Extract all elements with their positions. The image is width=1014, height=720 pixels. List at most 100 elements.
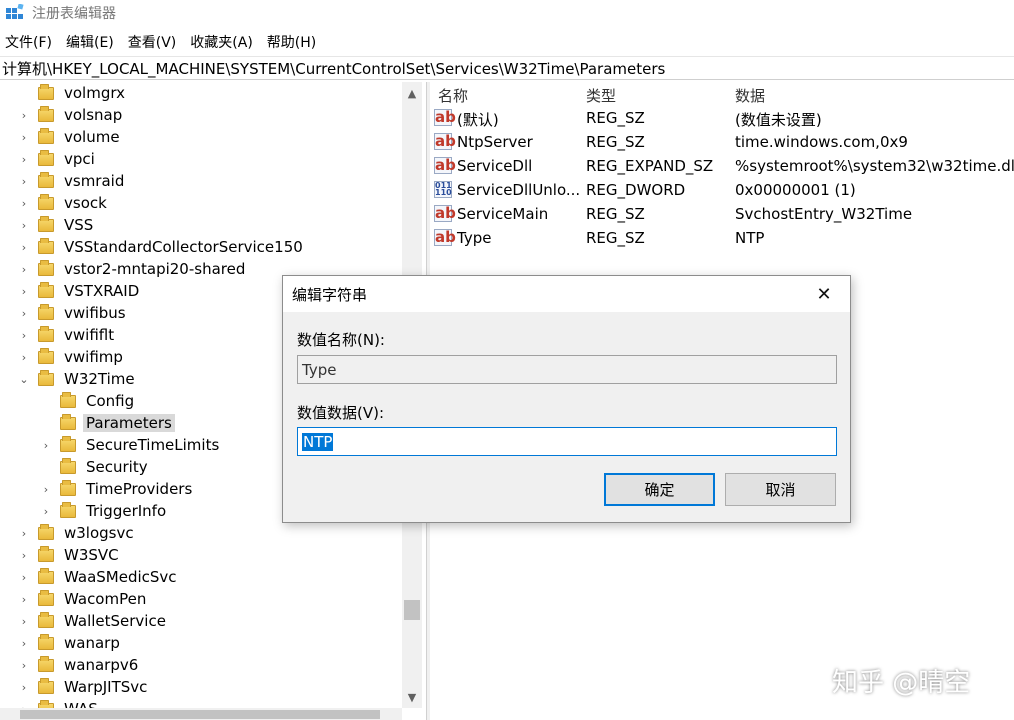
chevron-right-icon[interactable]: › xyxy=(18,566,30,588)
tree-item[interactable]: › vpci xyxy=(18,148,98,170)
value-data: time.windows.com,0x9 xyxy=(735,133,908,151)
value-name: (默认) xyxy=(457,111,499,129)
scroll-down-icon[interactable]: ▼ xyxy=(402,688,422,706)
value-type: REG_SZ xyxy=(586,229,645,247)
value-type: REG_DWORD xyxy=(586,181,686,199)
chevron-down-icon[interactable]: ⌄ xyxy=(18,368,30,390)
chevron-right-icon[interactable]: › xyxy=(18,148,30,170)
tree-item[interactable]: ⌄ W32Time xyxy=(18,368,138,390)
scroll-up-icon[interactable]: ▲ xyxy=(402,84,422,102)
tree-item[interactable]: › vsmraid xyxy=(18,170,127,192)
folder-icon xyxy=(38,523,54,540)
value-name-label: 数值名称(N): xyxy=(297,331,385,349)
chevron-right-icon[interactable]: › xyxy=(18,236,30,258)
chevron-right-icon[interactable]: › xyxy=(18,258,30,280)
chevron-right-icon[interactable]: › xyxy=(18,324,30,346)
column-header-type[interactable]: 类型 xyxy=(586,84,616,106)
menu-edit[interactable]: 编辑(E) xyxy=(66,32,114,52)
tree-item[interactable]: › VSStandardCollectorService150 xyxy=(18,236,306,258)
chevron-right-icon[interactable]: › xyxy=(18,214,30,236)
tree-item-label: wanarpv6 xyxy=(64,656,139,674)
tree-item-label: VSTXRAID xyxy=(64,282,140,300)
tree-item[interactable]: › WarpJITSvc xyxy=(18,676,150,698)
value-data-label: 数值数据(V): xyxy=(297,404,385,422)
folder-icon xyxy=(60,501,76,518)
chevron-right-icon[interactable]: › xyxy=(18,588,30,610)
folder-icon xyxy=(38,655,54,672)
folder-icon xyxy=(38,545,54,562)
value-row[interactable]: ab (默认) REG_SZ (数值未设置) xyxy=(430,106,1014,130)
tree-item[interactable]: › W3SVC xyxy=(18,544,122,566)
value-row[interactable]: 011 110 ServiceDllUnlo... REG_DWORD 0x000000… xyxy=(430,178,1014,202)
cancel-button[interactable]: 取消 xyxy=(725,473,836,506)
chevron-right-icon[interactable]: › xyxy=(18,676,30,698)
tree-item-label: vwififlt xyxy=(64,326,115,344)
menu-view[interactable]: 查看(V) xyxy=(128,32,177,52)
value-name: ServiceMain xyxy=(457,205,549,223)
chevron-right-icon[interactable]: › xyxy=(18,544,30,566)
tree-item[interactable]: › vwifibus xyxy=(18,302,129,324)
tree-item[interactable]: › volsnap xyxy=(18,104,125,126)
tree-item[interactable]: › wanarp xyxy=(18,632,123,654)
address-bar[interactable]: 计算机\HKEY_LOCAL_MACHINE\SYSTEM\CurrentCon… xyxy=(0,56,1014,80)
value-data-text: NTP xyxy=(302,432,334,451)
column-header-data[interactable]: 数据 xyxy=(735,84,765,106)
tree-item[interactable]: › vwififlt xyxy=(18,324,117,346)
ok-button[interactable]: 确定 xyxy=(604,473,715,506)
edit-string-dialog: 编辑字符串 ✕ 数值名称(N): Type 数值数据(V): NTP 确定 取消 xyxy=(282,275,851,523)
chevron-right-icon[interactable]: › xyxy=(40,434,52,456)
tree-item[interactable]: › vwifimp xyxy=(18,346,126,368)
value-row[interactable]: ab NtpServer REG_SZ time.windows.com,0x9 xyxy=(430,130,1014,154)
chevron-right-icon[interactable]: › xyxy=(18,610,30,632)
tree-item-label: VSStandardCollectorService150 xyxy=(64,238,303,256)
hscroll-thumb[interactable] xyxy=(20,710,380,719)
chevron-right-icon[interactable]: › xyxy=(18,632,30,654)
tree-item[interactable]: › volume xyxy=(18,126,123,148)
close-icon[interactable]: ✕ xyxy=(812,281,836,307)
menu-favorites[interactable]: 收藏夹(A) xyxy=(190,32,253,52)
watermark: 知乎 @晴空 xyxy=(832,668,971,698)
chevron-right-icon[interactable]: › xyxy=(18,654,30,676)
chevron-right-icon[interactable]: › xyxy=(18,346,30,368)
tree-item[interactable]: › TriggerInfo xyxy=(40,500,169,522)
tree-item[interactable]: › VSS xyxy=(18,214,96,236)
registry-editor-icon xyxy=(6,4,24,19)
value-row[interactable]: ab ServiceMain REG_SZ SvchostEntry_W32Time xyxy=(430,202,1014,226)
chevron-right-icon[interactable]: › xyxy=(18,302,30,324)
chevron-right-icon[interactable]: › xyxy=(18,698,30,709)
tree-horizontal-scrollbar[interactable] xyxy=(0,708,402,720)
chevron-right-icon[interactable]: › xyxy=(18,192,30,214)
column-header-name[interactable]: 名称 xyxy=(438,84,468,106)
value-row[interactable]: ab ServiceDll REG_EXPAND_SZ %systemroot%\sy… xyxy=(430,154,1014,178)
tree-item[interactable]: › WacomPen xyxy=(18,588,149,610)
chevron-right-icon[interactable]: › xyxy=(18,170,30,192)
tree-item[interactable]: › WaaSMedicSvc xyxy=(18,566,180,588)
chevron-right-icon[interactable]: › xyxy=(18,126,30,148)
value-row[interactable]: ab Type REG_SZ NTP xyxy=(430,226,1014,250)
chevron-right-icon[interactable]: › xyxy=(18,280,30,302)
menu-file[interactable]: 文件(F) xyxy=(5,32,52,52)
tree-item[interactable]: › VSTXRAID xyxy=(18,280,142,302)
tree-item[interactable]: › WalletService xyxy=(18,610,169,632)
tree-item[interactable]: Security xyxy=(40,456,151,478)
tree-item[interactable]: › w3logsvc xyxy=(18,522,137,544)
tree-item[interactable]: › TimeProviders xyxy=(40,478,195,500)
value-data-input[interactable]: NTP xyxy=(297,427,837,456)
folder-icon xyxy=(60,479,76,496)
tree-item[interactable]: › SecureTimeLimits xyxy=(40,434,222,456)
chevron-right-icon[interactable]: › xyxy=(40,500,52,522)
tree-item[interactable]: › vsock xyxy=(18,192,110,214)
tree-item[interactable]: volmgrx xyxy=(18,82,128,104)
tree-item[interactable]: Config xyxy=(40,390,137,412)
value-data: NTP xyxy=(735,229,765,247)
tree-item[interactable]: › wanarpv6 xyxy=(18,654,141,676)
scroll-thumb[interactable] xyxy=(404,600,420,620)
tree-item[interactable]: Parameters xyxy=(40,412,175,434)
folder-icon xyxy=(38,589,54,606)
chevron-right-icon[interactable]: › xyxy=(18,104,30,126)
chevron-right-icon[interactable]: › xyxy=(18,522,30,544)
tree-item[interactable]: › vstor2-mntapi20-shared xyxy=(18,258,248,280)
chevron-right-icon[interactable]: › xyxy=(40,478,52,500)
tree-item[interactable]: › WAS xyxy=(18,698,101,708)
menu-help[interactable]: 帮助(H) xyxy=(267,32,316,52)
